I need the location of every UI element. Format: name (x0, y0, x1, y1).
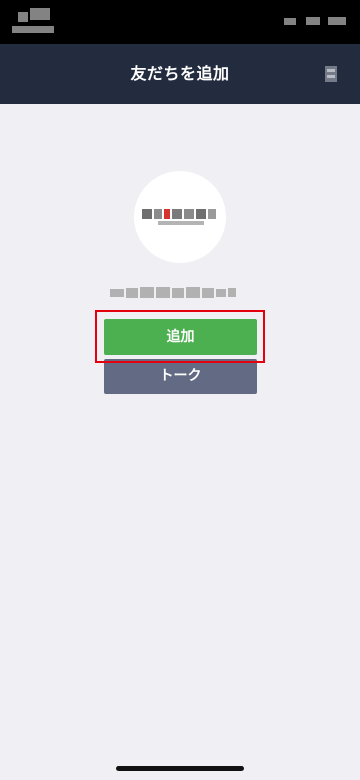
status-icons-blurred (284, 14, 346, 28)
page-title: 友だちを追加 (130, 64, 230, 83)
battery-icon (328, 17, 346, 25)
more-icon[interactable] (324, 64, 338, 84)
home-indicator[interactable] (116, 766, 244, 771)
account-name-blurred (110, 283, 250, 301)
talk-button[interactable]: トーク (104, 359, 257, 394)
wifi-icon (306, 17, 320, 25)
account-logo-icon (142, 209, 216, 225)
signal-icon (284, 18, 296, 25)
status-bar (0, 0, 360, 44)
add-friend-button[interactable]: 追加 (104, 319, 257, 355)
avatar[interactable] (134, 171, 226, 263)
status-time-blurred (12, 8, 60, 36)
app-header: 友だちを追加 (0, 44, 360, 104)
